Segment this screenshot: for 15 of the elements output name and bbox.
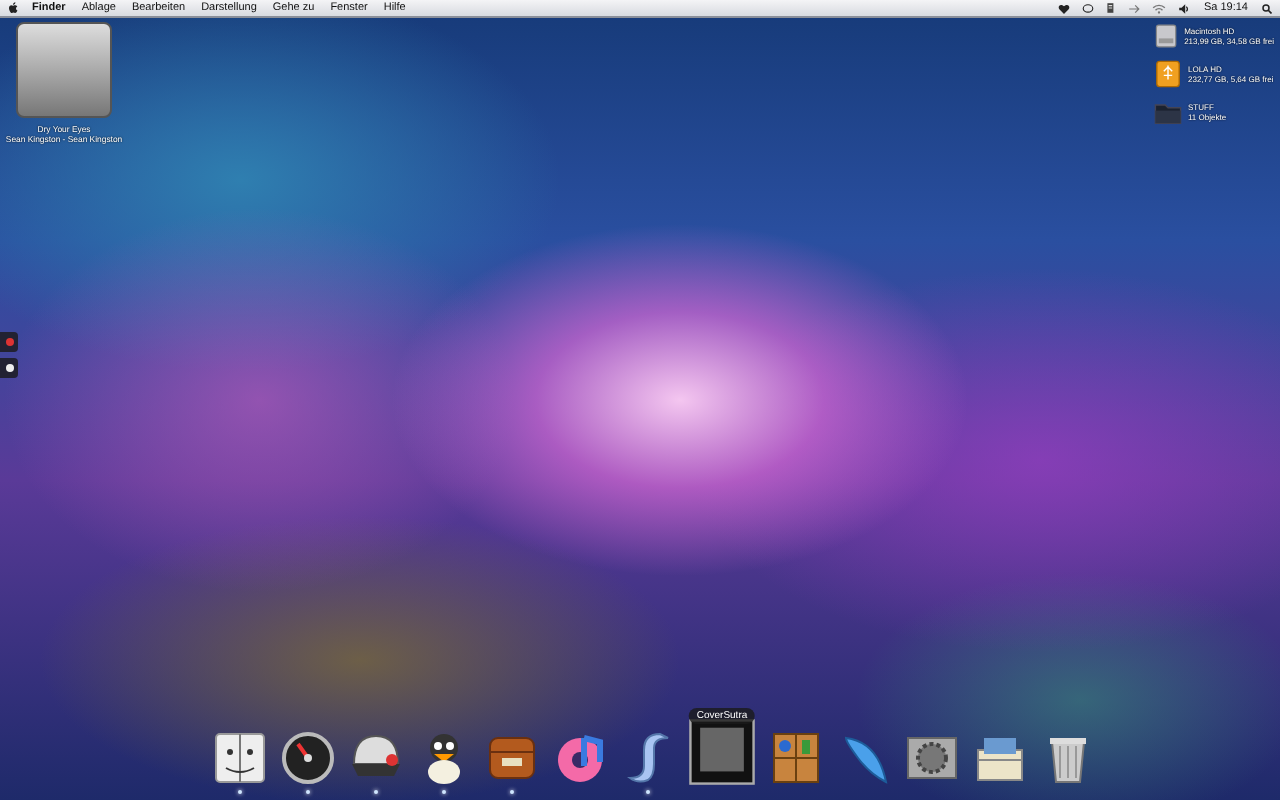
- speaker-icon[interactable]: [1177, 3, 1190, 13]
- album-cover-icon[interactable]: [688, 718, 756, 786]
- usb-drive-icon[interactable]: [1154, 60, 1182, 88]
- side-tab-button[interactable]: [0, 358, 18, 378]
- finder-face-icon[interactable]: [212, 730, 268, 786]
- speech-bubble-icon[interactable]: [1081, 3, 1094, 13]
- album-art-photo-placeholder: [16, 22, 112, 118]
- donut-music-icon[interactable]: [552, 730, 608, 786]
- bookshelf-icon[interactable]: [768, 730, 824, 786]
- hard-drive-icon[interactable]: [1154, 22, 1179, 50]
- apple-icon[interactable]: [8, 2, 18, 14]
- gauge-icon[interactable]: [280, 730, 336, 786]
- heart-icon[interactable]: [1057, 3, 1070, 13]
- wifi-icon[interactable]: [1151, 3, 1166, 13]
- search-icon[interactable]: [1262, 3, 1272, 13]
